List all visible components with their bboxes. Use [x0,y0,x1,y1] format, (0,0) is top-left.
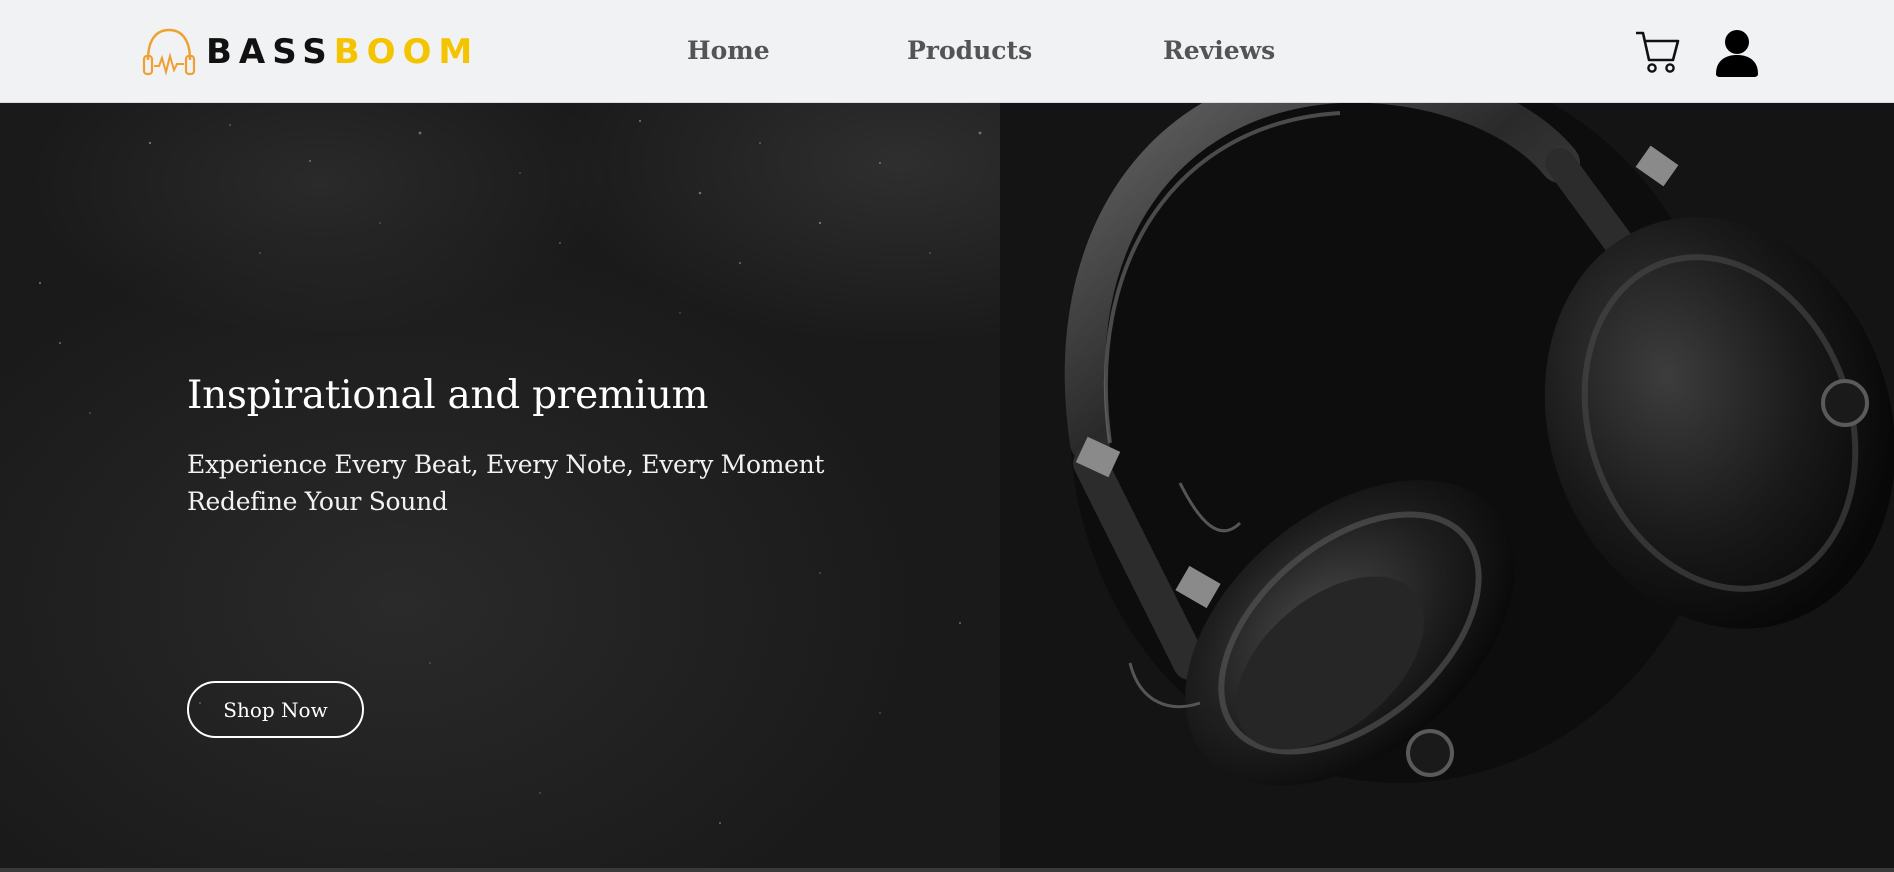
hero-content: Inspirational and premium Experience Eve… [187,373,887,738]
hero-subtitle: Experience Every Beat, Every Note, Every… [187,446,887,520]
nav-link-reviews[interactable]: Reviews [1163,38,1275,63]
headphones-image [1000,103,1894,872]
top-navbar: BASSBOOM Home Products Reviews [0,0,1894,103]
section-divider [0,868,1894,872]
main-nav: Home Products Reviews [0,0,1894,103]
user-account-button[interactable] [1714,28,1760,78]
user-account-icon [1716,30,1758,77]
shop-now-button[interactable]: Shop Now [187,681,364,738]
hero-subtitle-line1: Experience Every Beat, Every Note, Every… [187,449,825,479]
cart-button[interactable] [1634,28,1682,76]
nav-link-home[interactable]: Home [687,38,770,63]
shopping-cart-icon [1636,31,1680,73]
hero-section: Inspirational and premium Experience Eve… [0,103,1894,872]
nav-link-products[interactable]: Products [907,38,1032,63]
hero-title: Inspirational and premium [187,373,709,418]
hero-subtitle-line2: Redefine Your Sound [187,486,448,516]
